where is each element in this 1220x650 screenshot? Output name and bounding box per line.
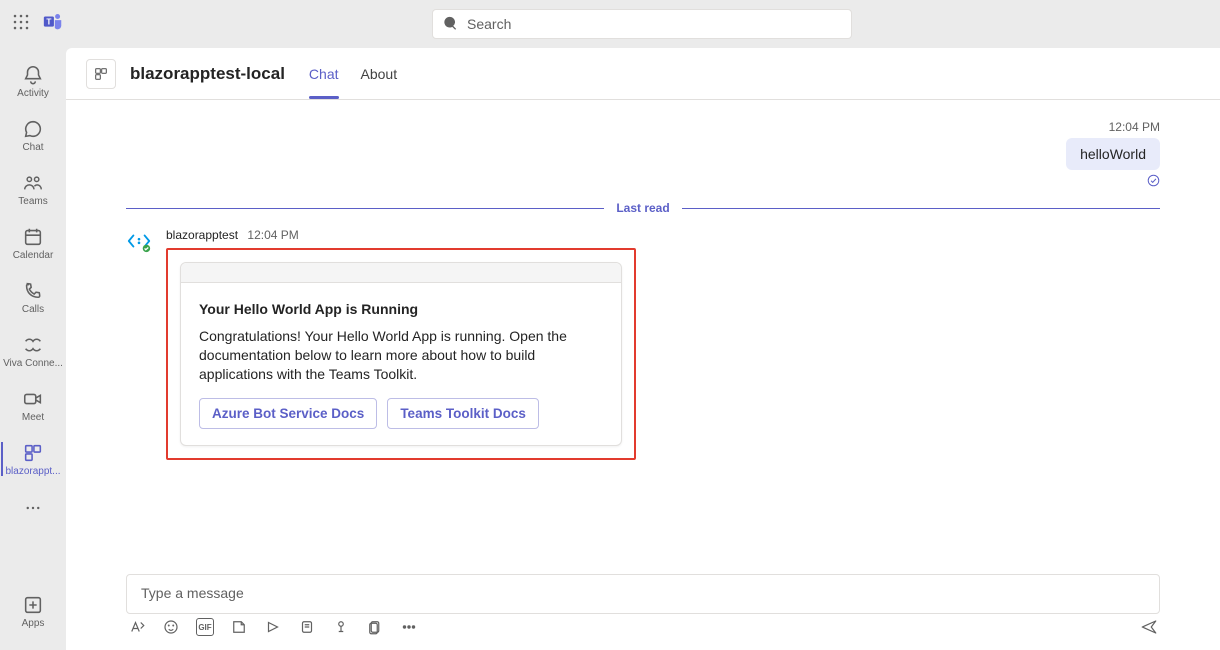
adaptive-card: Your Hello World App is Running Congratu… xyxy=(180,262,622,446)
rail-meet[interactable]: Meet xyxy=(1,380,65,430)
message-bubble: helloWorld xyxy=(1066,138,1160,170)
bot-meta: blazorapptest 12:04 PM xyxy=(166,228,636,242)
rail-app-blazorapptest[interactable]: blazorappt... xyxy=(1,434,65,484)
rail-calls[interactable]: Calls xyxy=(1,272,65,322)
compose-area: GIF xyxy=(66,564,1220,650)
send-icon[interactable] xyxy=(1140,618,1158,636)
read-receipt-icon xyxy=(1147,174,1160,192)
emoji-icon[interactable] xyxy=(162,618,180,636)
search-box[interactable] xyxy=(432,9,852,39)
compose-toolbar: GIF xyxy=(126,614,1160,636)
bot-message-row: blazorapptest 12:04 PM Your Hello World … xyxy=(126,228,1160,460)
app-header: blazorapptest-local Chat About xyxy=(66,48,1220,100)
teams-logo-icon: T xyxy=(42,11,64,38)
tab-about[interactable]: About xyxy=(361,48,398,99)
bot-avatar-icon xyxy=(126,228,152,259)
rail-apps[interactable]: Apps xyxy=(1,586,65,636)
last-read-divider: Last read xyxy=(126,200,1160,216)
outgoing-message: 12:04 PM helloWorld xyxy=(126,120,1160,192)
loop-icon[interactable] xyxy=(298,618,316,636)
search-icon xyxy=(443,16,459,32)
rail-activity[interactable]: Activity xyxy=(1,56,65,106)
card-actions: Azure Bot Service Docs Teams Toolkit Doc… xyxy=(199,398,603,429)
svg-text:T: T xyxy=(46,17,51,26)
more-compose-icon[interactable] xyxy=(400,618,418,636)
chat-area: 12:04 PM helloWorld Last read blazorappt… xyxy=(66,100,1220,564)
rail-teams[interactable]: Teams xyxy=(1,164,65,214)
search-input[interactable] xyxy=(467,16,841,32)
highlight-box: Your Hello World App is Running Congratu… xyxy=(166,248,636,460)
card-text: Congratulations! Your Hello World App is… xyxy=(199,327,603,384)
rail-viva[interactable]: Viva Conne... xyxy=(1,326,65,376)
card-body: Your Hello World App is Running Congratu… xyxy=(181,283,621,445)
waffle-icon[interactable] xyxy=(12,13,30,36)
card-title: Your Hello World App is Running xyxy=(199,301,603,317)
message-time: 12:04 PM xyxy=(1109,120,1160,134)
tab-chat[interactable]: Chat xyxy=(309,48,339,99)
app-icon xyxy=(86,59,116,89)
rail-more-button[interactable] xyxy=(1,488,65,528)
message-input[interactable] xyxy=(141,585,1145,601)
rail-calendar[interactable]: Calendar xyxy=(1,218,65,268)
main-panel: blazorapptest-local Chat About 12:04 PM … xyxy=(66,48,1220,650)
bot-block: blazorapptest 12:04 PM Your Hello World … xyxy=(166,228,636,460)
stream-icon[interactable] xyxy=(264,618,282,636)
sticker-icon[interactable] xyxy=(230,618,248,636)
search-wrap xyxy=(76,9,1208,39)
azure-docs-button[interactable]: Azure Bot Service Docs xyxy=(199,398,377,429)
left-rail: Activity Chat Teams Calendar Calls Viva … xyxy=(0,48,66,650)
gif-icon[interactable]: GIF xyxy=(196,618,214,636)
compose-box[interactable] xyxy=(126,574,1160,614)
tabs: Chat About xyxy=(309,48,397,99)
app-title: blazorapptest-local xyxy=(130,64,285,84)
card-header-bar xyxy=(181,263,621,283)
teams-toolkit-docs-button[interactable]: Teams Toolkit Docs xyxy=(387,398,539,429)
format-icon[interactable] xyxy=(128,618,146,636)
attach-icon[interactable] xyxy=(366,618,384,636)
praise-icon[interactable] xyxy=(332,618,350,636)
rail-chat[interactable]: Chat xyxy=(1,110,65,160)
title-bar: T xyxy=(0,0,1220,48)
